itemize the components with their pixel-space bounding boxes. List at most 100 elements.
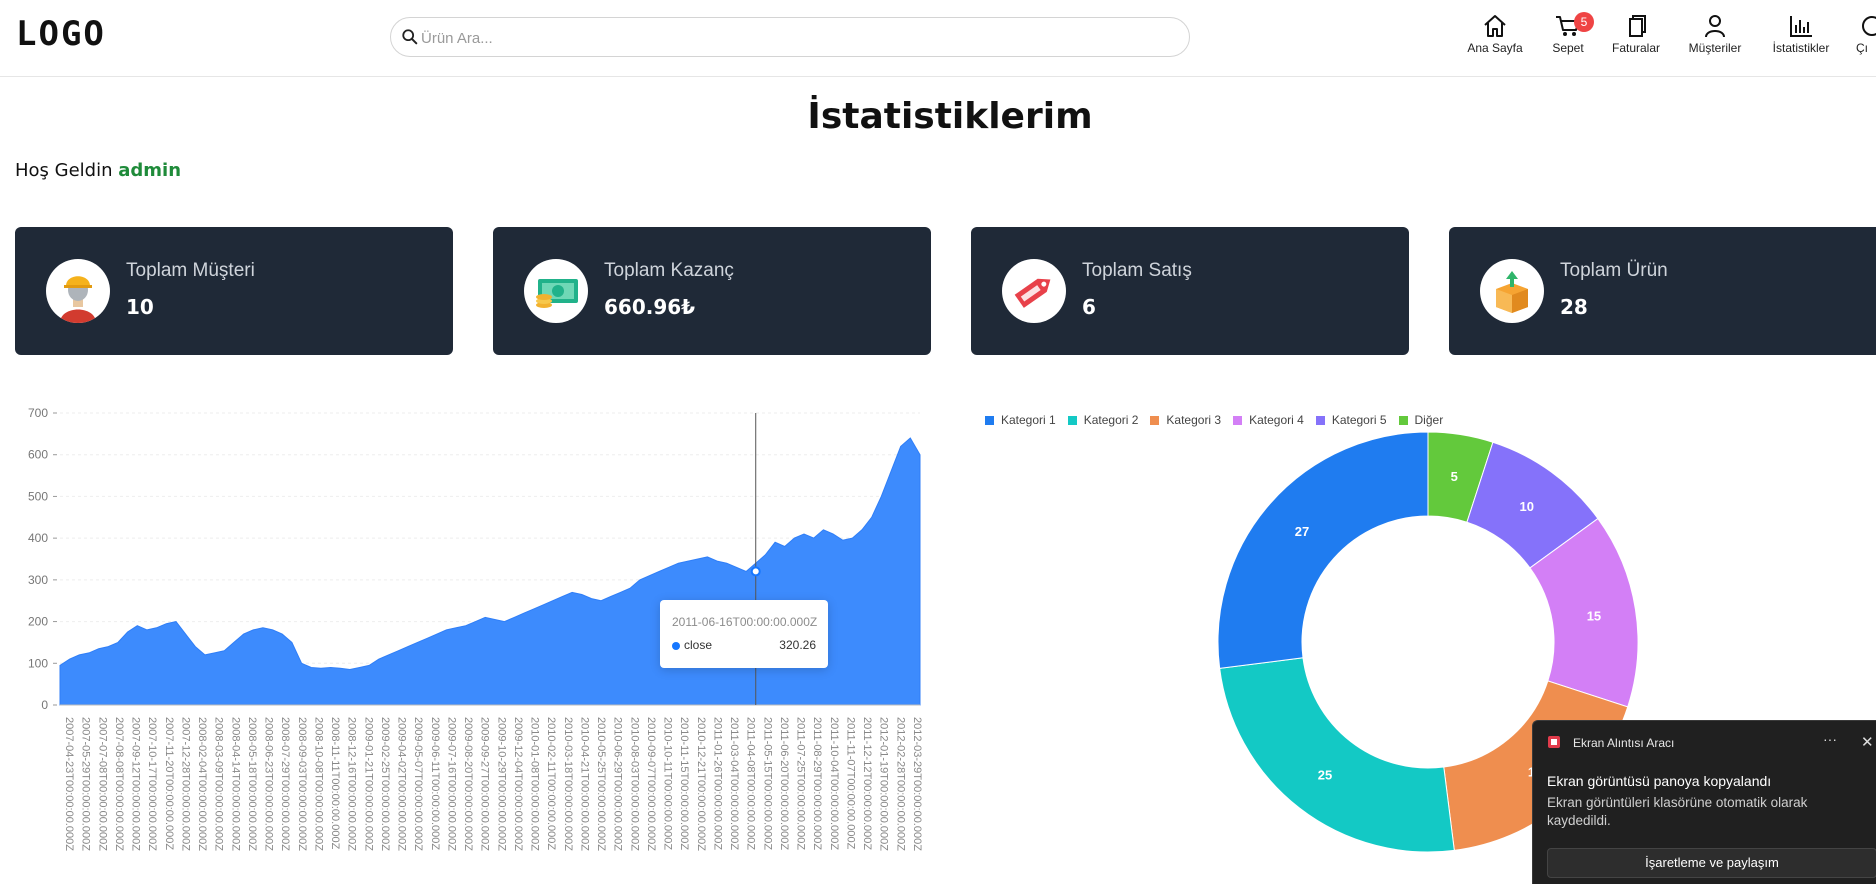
x-tick-label: 2007-05-29T00:00:00.000Z <box>80 717 92 851</box>
snipping-tool-notification[interactable]: Ekran Alıntısı Aracı ··· ✕ Ekran görüntü… <box>1532 720 1876 884</box>
tooltip-title: 2011-06-16T00:00:00.000Z <box>672 615 818 629</box>
x-tick-label: 2011-01-26T00:00:00.000Z <box>711 717 723 850</box>
page-title: İstatistiklerim <box>807 96 1093 137</box>
x-tick-label: 2011-03-04T00:00:00.000Z <box>728 717 740 850</box>
x-tick-label: 2011-12-12T00:00:00.000Z <box>861 717 873 850</box>
money-icon <box>524 259 588 323</box>
x-tick-label: 2012-03-29T00:00:00.000Z <box>911 717 923 851</box>
nav-statistics[interactable]: İstatistikler <box>1768 14 1834 64</box>
nav-invoices-label: Faturalar <box>1611 41 1661 55</box>
more-options-icon[interactable]: ··· <box>1823 731 1837 747</box>
stat-card-earnings: Toplam Kazanç 660.96₺ <box>493 227 931 355</box>
logo[interactable]: LOGO <box>16 14 106 54</box>
x-tick-label: 2010-03-18T00:00:00.000Z <box>562 717 574 851</box>
x-tick-label: 2009-07-16T00:00:00.000Z <box>445 717 457 851</box>
x-tick-label: 2009-06-11T00:00:00.000Z <box>429 717 441 850</box>
cart-count-badge: 5 <box>1574 12 1594 32</box>
bar-chart-icon <box>1790 16 1812 37</box>
search-bar[interactable] <box>390 17 1190 57</box>
y-tick-label: 400 <box>28 531 48 545</box>
x-tick-label: 2011-11-07T00:00:00.000Z <box>844 717 856 850</box>
donut-slice <box>1217 431 1429 669</box>
x-tick-label: 2011-05-15T00:00:00.000Z <box>761 717 773 850</box>
x-tick-label: 2008-07-29T00:00:00.000Z <box>279 717 291 851</box>
x-tick-label: 2012-02-28T00:00:00.000Z <box>894 717 906 851</box>
snipping-tool-icon <box>1548 736 1560 748</box>
nav-statistics-label: İstatistikler <box>1772 41 1830 55</box>
nav-customers-label: Müşteriler <box>1688 41 1742 55</box>
nav-cart-label: Sepet <box>1552 41 1584 55</box>
slice-value-label: 27 <box>1295 524 1309 539</box>
x-tick-label: 2007-10-17T00:00:00.000Z <box>146 717 158 851</box>
nav-cart[interactable]: Sepet 5 <box>1548 12 1594 64</box>
x-tick-label: 2007-12-28T00:00:00.000Z <box>179 717 191 851</box>
x-tick-label: 2007-04-23T00:00:00.000Z <box>63 717 75 851</box>
x-tick-label: 2010-06-29T00:00:00.000Z <box>612 717 624 851</box>
x-tick-label: 2010-08-03T00:00:00.000Z <box>628 717 640 851</box>
nav-logout[interactable]: Çı <box>1856 14 1876 64</box>
stat-value: 28 <box>1560 295 1588 319</box>
x-tick-label: 2010-02-11T00:00:00.000Z <box>545 717 557 850</box>
x-tick-label: 2009-12-04T00:00:00.000Z <box>512 717 524 851</box>
welcome-message: Hoş Geldin admin <box>15 160 181 181</box>
x-tick-label: 2012-01-19T00:00:00.000Z <box>878 717 890 851</box>
tooltip-value: 320.26 <box>779 638 816 652</box>
notification-heading: Ekran görüntüsü panoya kopyalandı <box>1547 773 1772 789</box>
x-tick-label: 2008-09-03T00:00:00.000Z <box>296 717 308 851</box>
x-tick-label: 2011-07-25T00:00:00.000Z <box>795 717 807 850</box>
stat-card-products: Toplam Ürün 28 <box>1449 227 1876 355</box>
stat-label: Toplam Müşteri <box>126 260 255 281</box>
x-tick-label: 2009-05-07T00:00:00.000Z <box>412 717 424 851</box>
nav-home[interactable]: Ana Sayfa <box>1465 14 1525 64</box>
y-tick-label: 0 <box>41 698 48 712</box>
markup-and-share-button[interactable]: İşaretleme ve paylaşım <box>1547 848 1876 878</box>
slice-value-label: 5 <box>1451 469 1458 484</box>
y-tick-label: 100 <box>28 656 48 670</box>
x-tick-label: 2010-05-25T00:00:00.000Z <box>595 717 607 851</box>
x-tick-label: 2010-09-07T00:00:00.000Z <box>645 717 657 851</box>
x-tick-label: 2008-10-08T00:00:00.000Z <box>312 717 324 851</box>
x-tick-label: 2011-04-08T00:00:00.000Z <box>745 717 757 850</box>
legend-item[interactable]: Kategori 1 <box>985 410 1056 430</box>
legend-swatch <box>985 415 994 425</box>
legend-label: Kategori 1 <box>1001 413 1056 427</box>
x-tick-label: 2009-09-27T00:00:00.000Z <box>479 717 491 851</box>
x-tick-label: 2008-12-16T00:00:00.000Z <box>346 717 358 851</box>
x-tick-label: 2007-11-20T00:00:00.000Z <box>163 717 175 850</box>
y-tick-label: 500 <box>28 489 48 503</box>
sale-tag-icon <box>1002 259 1066 323</box>
x-tick-label: 2011-10-04T00:00:00.000Z <box>828 717 840 850</box>
x-tick-label: 2008-11-11T00:00:00.000Z <box>329 717 341 850</box>
x-tick-label: 2011-08-29T00:00:00.000Z <box>811 717 823 850</box>
y-tick-label: 300 <box>28 573 48 587</box>
search-input[interactable] <box>421 26 1161 50</box>
x-tick-label: 2008-06-23T00:00:00.000Z <box>263 717 275 851</box>
stat-label: Toplam Ürün <box>1560 260 1668 281</box>
y-tick-label: 600 <box>28 448 48 462</box>
welcome-prefix: Hoş Geldin <box>15 160 113 181</box>
customer-icon <box>46 259 110 323</box>
top-header: LOGO Ana Sayfa Sepet 5 Faturalar <box>0 0 1876 77</box>
legend-swatch <box>1150 415 1160 425</box>
slice-value-label: 15 <box>1587 609 1601 624</box>
search-icon <box>402 29 418 45</box>
stat-card-customers: Toplam Müşteri 10 <box>15 227 453 355</box>
nav-customers[interactable]: Müşteriler <box>1685 14 1745 64</box>
nav-invoices[interactable]: Faturalar <box>1608 14 1664 64</box>
x-tick-label: 2010-10-11T00:00:00.000Z <box>662 717 674 850</box>
hover-point <box>750 566 761 577</box>
x-tick-label: 2009-02-25T00:00:00.000Z <box>379 717 391 851</box>
stat-value: 660.96₺ <box>604 295 696 319</box>
username: admin <box>118 160 182 181</box>
copy-icon <box>1629 15 1646 37</box>
x-tick-label: 2009-04-02T00:00:00.000Z <box>396 717 408 851</box>
x-tick-label: 2008-03-09T00:00:00.000Z <box>213 717 225 851</box>
legend-item[interactable]: Kategori 2 <box>1067 410 1138 430</box>
x-tick-label: 2010-04-21T00:00:00.000Z <box>578 717 590 851</box>
x-tick-label: 2010-01-08T00:00:00.000Z <box>529 717 541 851</box>
stat-value: 10 <box>126 295 154 319</box>
y-tick-label: 700 <box>28 406 48 420</box>
nav-home-label: Ana Sayfa <box>1467 41 1523 55</box>
stat-value: 6 <box>1082 295 1096 319</box>
close-icon[interactable]: ✕ <box>1861 733 1874 751</box>
